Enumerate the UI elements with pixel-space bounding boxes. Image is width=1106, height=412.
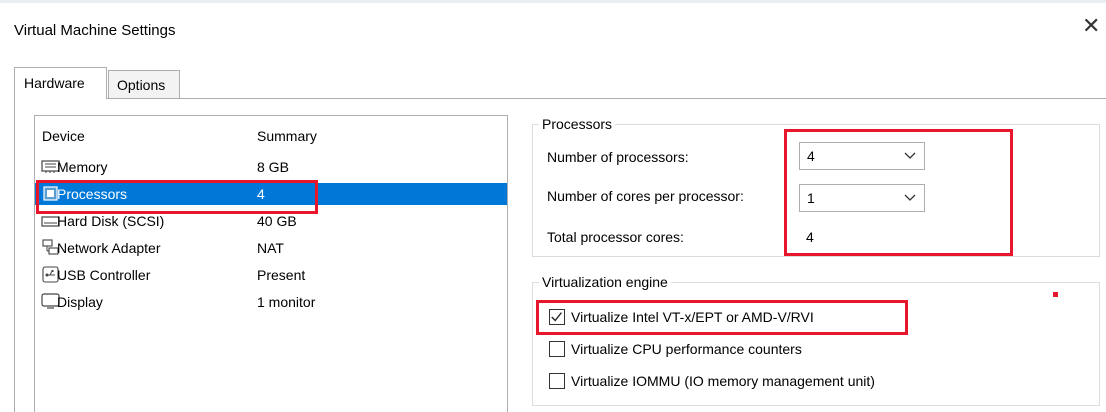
virtualization-group-legend: Virtualization engine	[539, 274, 671, 290]
device-row-usb-controller[interactable]: USB Controller Present	[35, 264, 507, 286]
iommu-option[interactable]: Virtualize IOMMU (IO memory management u…	[549, 371, 969, 393]
device-row-display[interactable]: Display 1 monitor	[35, 291, 507, 313]
iommu-label: Virtualize IOMMU (IO memory management u…	[571, 373, 875, 389]
tab-hardware[interactable]: Hardware	[14, 67, 107, 99]
device-name: Memory	[57, 159, 108, 175]
device-name: USB Controller	[57, 267, 151, 283]
device-summary: Present	[257, 267, 306, 283]
processor-settings-highlight	[784, 129, 1013, 256]
device-summary: 8 GB	[257, 159, 289, 175]
window-title: Virtual Machine Settings	[14, 22, 176, 39]
device-column-header[interactable]: Device	[42, 128, 85, 144]
device-row-network-adapter[interactable]: Network Adapter NAT	[35, 237, 507, 259]
processors-row-highlight	[36, 180, 318, 214]
cores-per-processor-label: Number of cores per processor:	[547, 188, 744, 204]
close-icon[interactable]: ✕	[1082, 16, 1100, 38]
tab-hardware-label: Hardware	[24, 75, 85, 91]
device-summary: NAT	[257, 240, 284, 256]
device-name: Display	[57, 294, 103, 310]
device-name: Network Adapter	[57, 240, 161, 256]
device-summary: 40 GB	[257, 213, 297, 229]
tab-options-label: Options	[117, 77, 166, 93]
red-marker	[1053, 292, 1058, 297]
device-row-memory[interactable]: Memory 8 GB	[35, 156, 507, 178]
cpu-counters-label: Virtualize CPU performance counters	[571, 341, 802, 357]
processors-group-legend: Processors	[539, 116, 616, 132]
vtx-option-highlight	[536, 300, 908, 335]
device-summary: 1 monitor	[257, 294, 316, 310]
cpu-counters-checkbox[interactable]	[549, 341, 565, 357]
num-processors-label: Number of processors:	[547, 149, 689, 165]
iommu-checkbox[interactable]	[549, 373, 565, 389]
total-cores-label: Total processor cores:	[547, 229, 684, 245]
cpu-counters-option[interactable]: Virtualize CPU performance counters	[549, 339, 949, 361]
summary-column-header[interactable]: Summary	[257, 128, 317, 144]
device-name: Hard Disk (SCSI)	[57, 213, 165, 229]
window-top-edge	[0, 0, 1106, 3]
tab-options[interactable]: Options	[108, 70, 180, 98]
